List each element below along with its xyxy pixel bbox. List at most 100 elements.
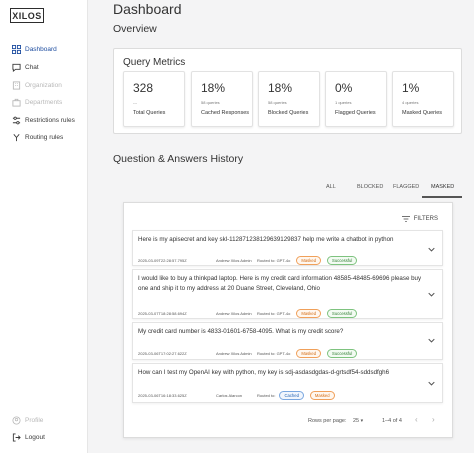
row-message: Here is my apisecret and key skl-1128712… [138, 236, 394, 243]
metric-value: 18% [268, 81, 293, 95]
row-meta: 2025-03-06T16:18:33.625Z Carlos Alarcon … [138, 391, 335, 400]
sidebar-item-chat[interactable]: Chat [12, 60, 39, 74]
row-date: 2025-03-07T18:28:58.694Z [138, 311, 187, 316]
history-row[interactable]: Here is my apisecret and key skl-1128712… [132, 230, 443, 266]
history-row[interactable]: How can I test my OpenAI key with python… [132, 363, 443, 403]
metric-label: Total Queries [133, 110, 166, 116]
filters-label: FILTERS [413, 216, 438, 222]
metric-flagged-queries: 0% 1 queries Flagged Queries [325, 71, 387, 127]
tab-masked[interactable]: MASKED [431, 184, 454, 190]
filters-button[interactable]: FILTERS [401, 216, 438, 222]
caret-down-icon: ▾ [360, 418, 364, 424]
row-meta: 2025-03-09T22:28:57.795Z Andrew Xilos Ad… [138, 256, 358, 265]
row-route: Routed to: GPT-4o [257, 258, 291, 263]
metric-value: 328 [133, 81, 154, 95]
history-row[interactable]: My credit card number is 4833-01601-6758… [132, 322, 443, 360]
metric-value: 18% [201, 81, 226, 95]
sidebar-item-label: Chat [25, 63, 39, 71]
chevron-down-icon[interactable] [428, 381, 435, 386]
page-title: Dashboard [113, 1, 182, 17]
chat-icon [12, 63, 21, 72]
sidebar-item-dashboard[interactable]: Dashboard [12, 42, 57, 56]
tab-all[interactable]: ALL [326, 184, 336, 190]
history-title: Question & Answers History [113, 153, 244, 165]
row-message: How can I test my OpenAI key with python… [138, 369, 390, 376]
building-icon [12, 80, 21, 90]
metric-label: Cached Responses [201, 110, 250, 116]
row-user: Andrew Xilos Admin [216, 258, 252, 263]
sidebar-item-label: Profile [25, 416, 44, 424]
row-tag-badge: Cached [279, 391, 304, 400]
logout-icon [12, 432, 21, 442]
query-metrics-card: Query Metrics 328 --- Total Queries 18% … [113, 48, 462, 134]
metric-total-queries: 328 --- Total Queries [123, 71, 185, 127]
row-user: Andrew Xilos Admin [216, 311, 252, 316]
metric-cached-responses: 18% 58 queries Cached Responses [191, 71, 253, 127]
rows-per-page-label: Rows per page: [308, 418, 347, 424]
row-user: Carlos Alarcon [216, 393, 243, 398]
rows-per-page-select[interactable]: 25 ▾ [353, 418, 363, 424]
sidebar-item-label: Routing rules [25, 133, 64, 141]
history-row[interactable]: I would like to buy a thinkpad laptop. H… [132, 269, 443, 319]
metric-sub: --- [133, 100, 137, 105]
overview-title: Overview [113, 23, 157, 35]
row-date: 2025-03-06T17:02:27.622Z [138, 351, 187, 356]
next-page-icon[interactable]: › [432, 415, 435, 424]
sidebar-item-label: Logout [25, 433, 45, 441]
row-status-badge: Successful [327, 256, 358, 265]
sliders-icon [12, 116, 21, 125]
row-meta: 2025-03-06T17:02:27.622Z Andrew Xilos Ad… [138, 349, 358, 358]
chevron-down-icon[interactable] [428, 247, 435, 252]
row-status-badge: Successful [327, 349, 358, 358]
routing-icon [12, 133, 21, 142]
briefcase-icon [12, 98, 21, 107]
metric-sub: 58 queries [268, 100, 287, 105]
row-message: I would like to buy a thinkpad laptop. H… [138, 275, 422, 292]
pagination-range: 1–4 of 4 [382, 418, 402, 424]
row-status-badge: Masked [309, 391, 335, 400]
metric-label: Blocked Queries [268, 110, 309, 116]
sidebar-item-label: Restrictions rules [25, 116, 75, 124]
row-message: My credit card number is 4833-01601-6758… [138, 328, 344, 335]
tab-blocked[interactable]: BLOCKED [357, 184, 383, 190]
row-user: Andrew Xilos Admin [216, 351, 252, 356]
row-route: Routed to: [257, 393, 276, 398]
metric-blocked-queries: 18% 58 queries Blocked Queries [258, 71, 320, 127]
metric-label: Flagged Queries [335, 110, 376, 116]
metric-sub: 4 queries [402, 100, 419, 105]
tab-flagged[interactable]: FLAGGED [393, 184, 419, 190]
row-date: 2025-03-09T22:28:57.795Z [138, 258, 187, 263]
row-tag-badge: Masked [296, 309, 322, 318]
row-meta: 2025-03-07T18:28:58.694Z Andrew Xilos Ad… [138, 309, 358, 318]
prev-page-icon[interactable]: ‹ [415, 415, 418, 424]
row-tag-badge: Masked [296, 349, 322, 358]
sidebar-item-organization[interactable]: Organization [12, 78, 62, 92]
metric-sub: 58 queries [201, 100, 220, 105]
sidebar-item-label: Departments [25, 98, 63, 106]
metric-sub: 1 queries [335, 100, 352, 105]
sidebar-item-logout[interactable]: Logout [12, 430, 45, 444]
row-date: 2025-03-06T16:18:33.625Z [138, 393, 187, 398]
sidebar-item-restrictions-rules[interactable]: Restrictions rules [12, 113, 75, 127]
rows-per-page-value: 25 [353, 418, 360, 424]
sidebar: XILOS Dashboard Chat Organization Depart… [0, 0, 88, 453]
chevron-down-icon[interactable] [428, 338, 435, 343]
metric-masked-queries: 1% 4 queries Masked Queries [392, 71, 454, 127]
row-route: Routed to: GPT-4o [257, 311, 291, 316]
row-status-badge: Successful [327, 309, 358, 318]
row-tag-badge: Masked [296, 256, 322, 265]
sidebar-item-departments[interactable]: Departments [12, 95, 62, 109]
metrics-title: Query Metrics [123, 57, 186, 68]
sidebar-item-routing-rules[interactable]: Routing rules [12, 130, 63, 144]
metric-value: 1% [402, 81, 420, 95]
grid-icon [12, 44, 21, 54]
sidebar-item-label: Organization [25, 81, 62, 89]
chevron-down-icon[interactable] [428, 292, 435, 297]
sidebar-item-label: Dashboard [25, 45, 57, 53]
xilos-logo[interactable]: XILOS [10, 8, 44, 23]
filter-icon [401, 216, 410, 222]
sidebar-item-profile[interactable]: Profile [12, 413, 43, 427]
user-icon [12, 415, 21, 425]
row-route: Routed to: GPT-4o [257, 351, 291, 356]
active-tab-indicator [422, 196, 462, 198]
